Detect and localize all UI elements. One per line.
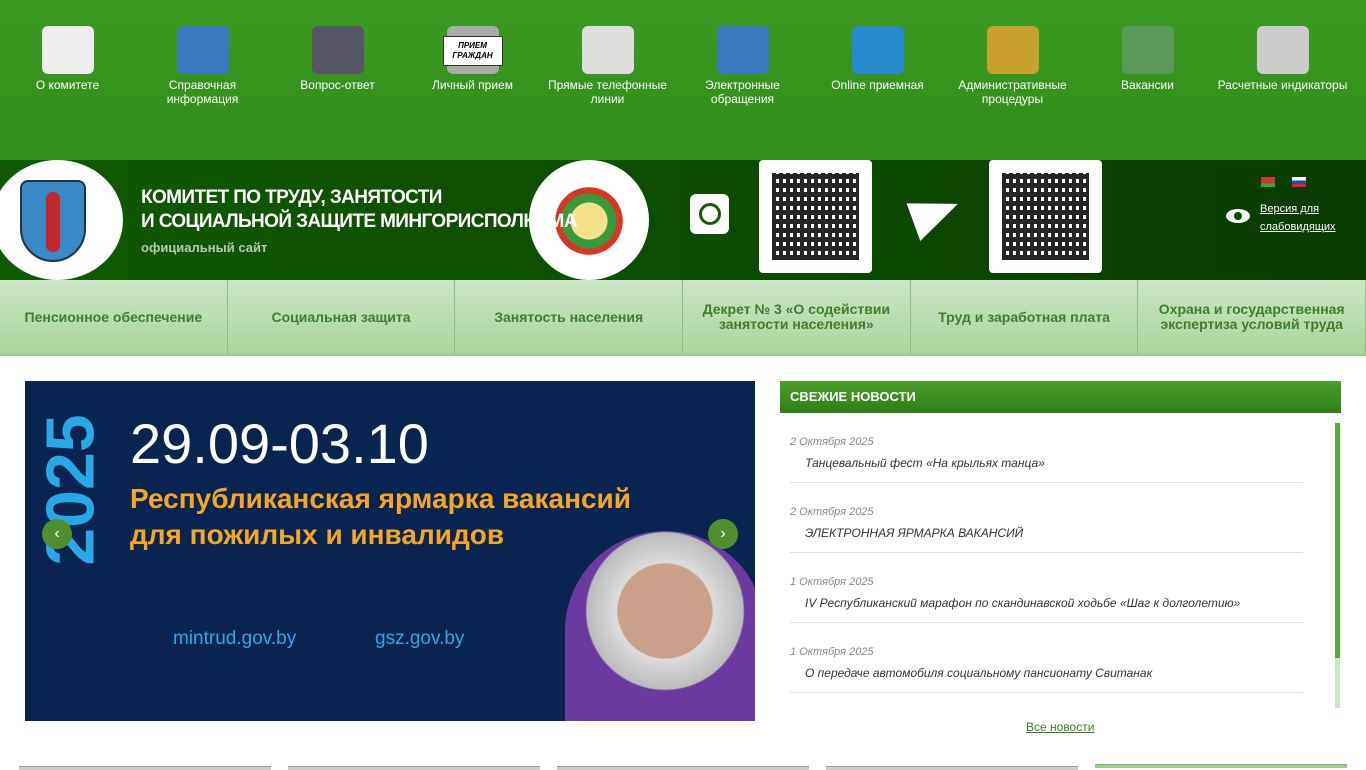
- pen-icon: [986, 26, 1039, 74]
- sign-person-icon: ПРИЕМ ГРАЖДАН: [442, 26, 503, 74]
- slide-line1: Республиканская ярмарка вакансий: [130, 483, 631, 514]
- news-date: 2 Октября 2025: [790, 506, 874, 518]
- info-cube-icon: [176, 26, 229, 74]
- news-title[interactable]: Танцевальный фест «На крыльях танца»: [805, 456, 1303, 470]
- nav-item[interactable]: Пенсионное обеспечение: [0, 280, 228, 354]
- banner-slide[interactable]: 2025 29.09-03.10 Республиканская ярмарка…: [25, 381, 755, 721]
- reception-sign: ПРИЕМ ГРАЖДАН: [442, 36, 503, 66]
- top-menu-label: Электронные обращения: [705, 78, 780, 106]
- top-menu-item[interactable]: О комитете: [0, 0, 135, 92]
- news-header: СВЕЖИЕ НОВОСТИ: [780, 381, 1341, 413]
- top-menu-item[interactable]: Вопрос-ответ: [270, 0, 405, 92]
- slide-site1: mintrud.gov.by: [173, 628, 297, 649]
- instagram-icon[interactable]: [690, 194, 729, 234]
- top-menu-label: Прямые телефонные линии: [548, 78, 667, 106]
- slide-next-button[interactable]: ›: [708, 519, 738, 549]
- slide-prev-button[interactable]: ‹: [42, 519, 72, 549]
- title-line2: И СОЦИАЛЬНОЙ ЗАЩИТЕ МИНГОРИСПОЛКОМА: [141, 211, 577, 232]
- news-title[interactable]: О передаче автомобиля социальному пансио…: [805, 666, 1303, 680]
- slide-site2: gsz.gov.by: [375, 628, 465, 649]
- slide-line2: для пожилых и инвалидов: [130, 519, 505, 550]
- news-date: 1 Октября 2025: [790, 646, 874, 658]
- slide-dates: 29.09-03.10: [130, 412, 429, 475]
- flag-ru-icon[interactable]: [1292, 177, 1306, 187]
- news-item[interactable]: 1 Октября 2025 О передаче автомобиля соци…: [790, 623, 1303, 693]
- top-menu-item[interactable]: Вакансии: [1080, 0, 1215, 92]
- question-chat-icon: [311, 26, 364, 74]
- minsk-coat-of-arms[interactable]: [0, 160, 123, 280]
- top-menu-item[interactable]: Справочная информация: [135, 0, 270, 106]
- at-icon: [851, 26, 904, 74]
- news-title[interactable]: ЭЛЕКТРОННАЯ ЯРМАРКА ВАКАНСИЙ: [805, 526, 1303, 540]
- instagram-qr-code[interactable]: [759, 160, 872, 273]
- top-menu-label: Вопрос-ответ: [300, 78, 375, 92]
- site-subtitle: официальный сайт: [141, 240, 268, 255]
- top-menu-label: Административные процедуры: [958, 78, 1067, 106]
- nav-item[interactable]: Занятость населения: [455, 280, 684, 354]
- top-menu-item[interactable]: Электронные обращения: [675, 0, 810, 106]
- telegram-icon[interactable]: [906, 186, 966, 242]
- calculator-icon: [1256, 26, 1309, 74]
- bottom-tile[interactable]: [1095, 764, 1347, 768]
- news-item[interactable]: 1 Октября 2025 IV Республиканский марафон…: [790, 553, 1303, 623]
- top-menu-item[interactable]: Расчетные индикаторы: [1215, 0, 1350, 92]
- news-date: 2 Октября 2025: [790, 436, 874, 448]
- news-item[interactable]: 2 Октября 2025 ЭЛЕКТРОННАЯ ЯРМАРКА ВАКАНС…: [790, 483, 1303, 553]
- clock-phone-icon: [581, 26, 634, 74]
- top-menu-label: Расчетные индикаторы: [1217, 78, 1348, 92]
- globe-icon: [716, 26, 769, 74]
- top-menu-item[interactable]: Прямые телефонные линии: [540, 0, 675, 106]
- top-menu-item[interactable]: ПРИЕМ ГРАЖДАН Личный прием: [405, 0, 540, 92]
- top-menu-item[interactable]: Административные процедуры: [945, 0, 1080, 106]
- top-menu-label: О комитете: [35, 78, 100, 92]
- nav-item[interactable]: Труд и заработная плата: [910, 280, 1139, 354]
- nav-item[interactable]: Социальная защита: [227, 280, 456, 354]
- nav-item[interactable]: Охрана и государственная экспертиза усло…: [1138, 280, 1366, 354]
- top-menu-label: Online приемная: [831, 78, 924, 92]
- news-date: 1 Октября 2025: [790, 576, 874, 588]
- news-title[interactable]: IV Республиканский марафон по скандинавс…: [805, 596, 1303, 610]
- eye-icon[interactable]: [1226, 209, 1250, 223]
- main-nav: Пенсионное обеспечение Социальная защита З…: [0, 280, 1366, 356]
- top-menu-label: Личный прием: [432, 78, 513, 92]
- news-scrollbar[interactable]: [1335, 423, 1340, 708]
- all-news-link[interactable]: Все новости: [1026, 720, 1094, 734]
- bottom-tile[interactable]: [19, 766, 271, 770]
- site-title: КОМИТЕТ ПО ТРУДУ, ЗАНЯТОСТИ И СОЦИАЛЬНОЙ …: [141, 186, 577, 234]
- slide-year: 2025: [32, 414, 109, 566]
- title-line1: КОМИТЕТ ПО ТРУДУ, ЗАНЯТОСТИ: [141, 187, 442, 208]
- news-item[interactable]: 2 Октября 2025 Танцевальный фест «На крыл…: [790, 413, 1303, 483]
- top-menu-item[interactable]: Online приемная: [810, 0, 945, 92]
- book-icon: [41, 26, 94, 74]
- building-icon: [1121, 26, 1174, 74]
- news-panel: СВЕЖИЕ НОВОСТИ 2 Октября 2025 Танцевальны…: [780, 381, 1341, 708]
- bottom-tile[interactable]: [826, 766, 1078, 770]
- bottom-tile[interactable]: [557, 766, 809, 770]
- telegram-qr-code[interactable]: [989, 160, 1102, 273]
- top-menu-label: Справочная информация: [166, 78, 239, 106]
- flag-by-icon[interactable]: [1261, 177, 1275, 187]
- bottom-tile[interactable]: [288, 766, 540, 770]
- accessibility-link[interactable]: Версия для слабовидящих: [1260, 200, 1350, 236]
- slide-photo: [565, 531, 755, 721]
- nav-item[interactable]: Декрет № 3 «О содействии занятости насел…: [683, 280, 911, 354]
- top-menu-label: Вакансии: [1121, 78, 1174, 92]
- top-menu: О комитете Справочная информация Вопрос-от…: [0, 0, 1366, 160]
